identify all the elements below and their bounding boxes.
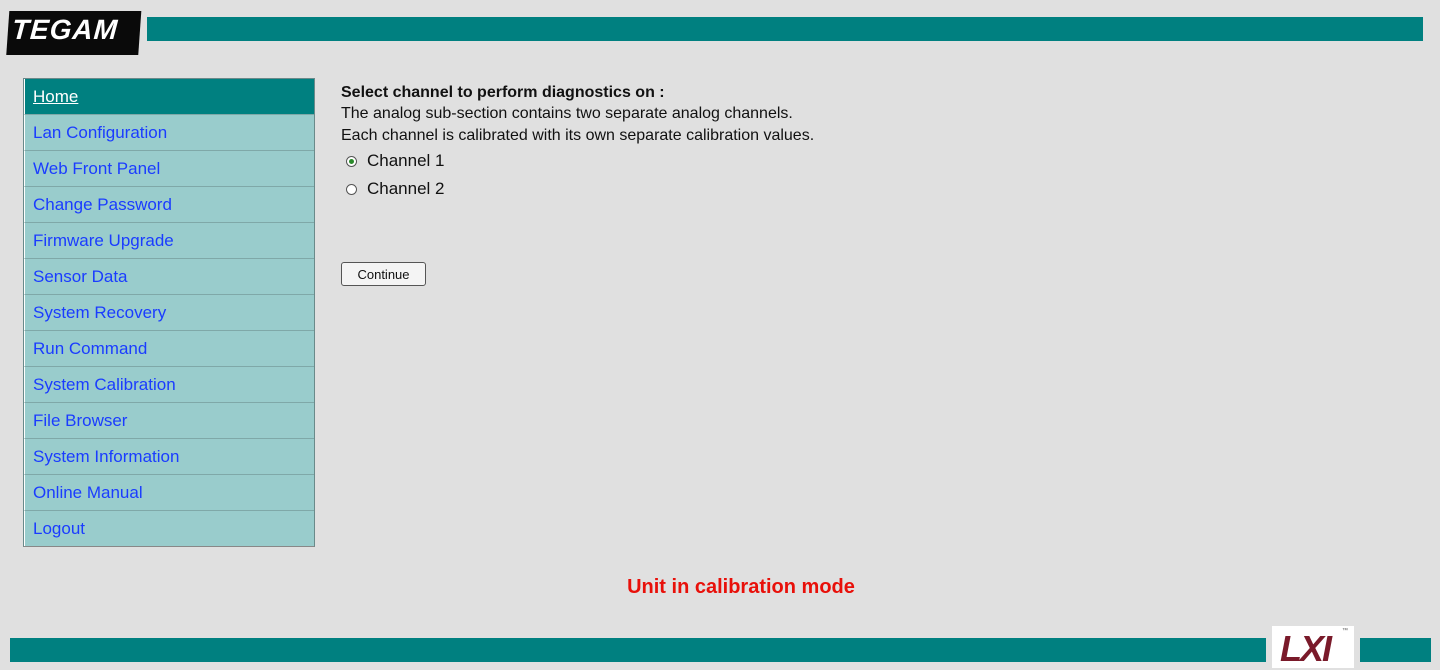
continue-button[interactable]: Continue: [341, 262, 426, 286]
footer-bar-left: [10, 638, 1266, 662]
sidebar-item-run-command[interactable]: Run Command: [24, 331, 314, 367]
sidebar-item-change-password[interactable]: Change Password: [24, 187, 314, 223]
channel-2-radio[interactable]: [346, 183, 357, 195]
sidebar-item-lan-configuration[interactable]: Lan Configuration: [24, 115, 314, 151]
channel-2-label[interactable]: Channel 2: [367, 179, 445, 199]
description-line-2: Each channel is calibrated with its own …: [341, 127, 815, 144]
sidebar-item-web-front-panel[interactable]: Web Front Panel: [24, 151, 314, 187]
channel-1-radio[interactable]: [346, 155, 357, 167]
header-bar: [147, 17, 1423, 41]
sidebar-item-sensor-data[interactable]: Sensor Data: [24, 259, 314, 295]
sidebar-item-home[interactable]: Home: [24, 79, 314, 115]
channel-2-option[interactable]: Channel 2: [341, 175, 1141, 203]
sidebar-nav: Home Lan Configuration Web Front Panel C…: [23, 78, 315, 547]
calibration-status-message: Unit in calibration mode: [627, 576, 855, 598]
lxi-logo: LXI ™: [1272, 626, 1354, 669]
main-content: Select channel to perform diagnostics on…: [341, 84, 1141, 203]
sidebar-item-file-browser[interactable]: File Browser: [24, 403, 314, 439]
lxi-logo-text: LXI: [1280, 628, 1332, 669]
tegam-logo: TEGAM: [6, 11, 142, 55]
sidebar-item-online-manual[interactable]: Online Manual: [24, 475, 314, 511]
description-line-1: The analog sub-section contains two sepa…: [341, 105, 793, 122]
sidebar-item-system-information[interactable]: System Information: [24, 439, 314, 475]
sidebar-item-system-recovery[interactable]: System Recovery: [24, 295, 314, 331]
sidebar-item-logout[interactable]: Logout: [24, 511, 314, 546]
page-title: Select channel to perform diagnostics on…: [341, 84, 665, 101]
sidebar-item-firmware-upgrade[interactable]: Firmware Upgrade: [24, 223, 314, 259]
footer-bar-right: [1360, 638, 1431, 662]
channel-1-option[interactable]: Channel 1: [341, 147, 1141, 175]
sidebar-item-system-calibration[interactable]: System Calibration: [24, 367, 314, 403]
logo-text: TEGAM: [10, 14, 120, 45]
channel-1-label[interactable]: Channel 1: [367, 151, 445, 171]
